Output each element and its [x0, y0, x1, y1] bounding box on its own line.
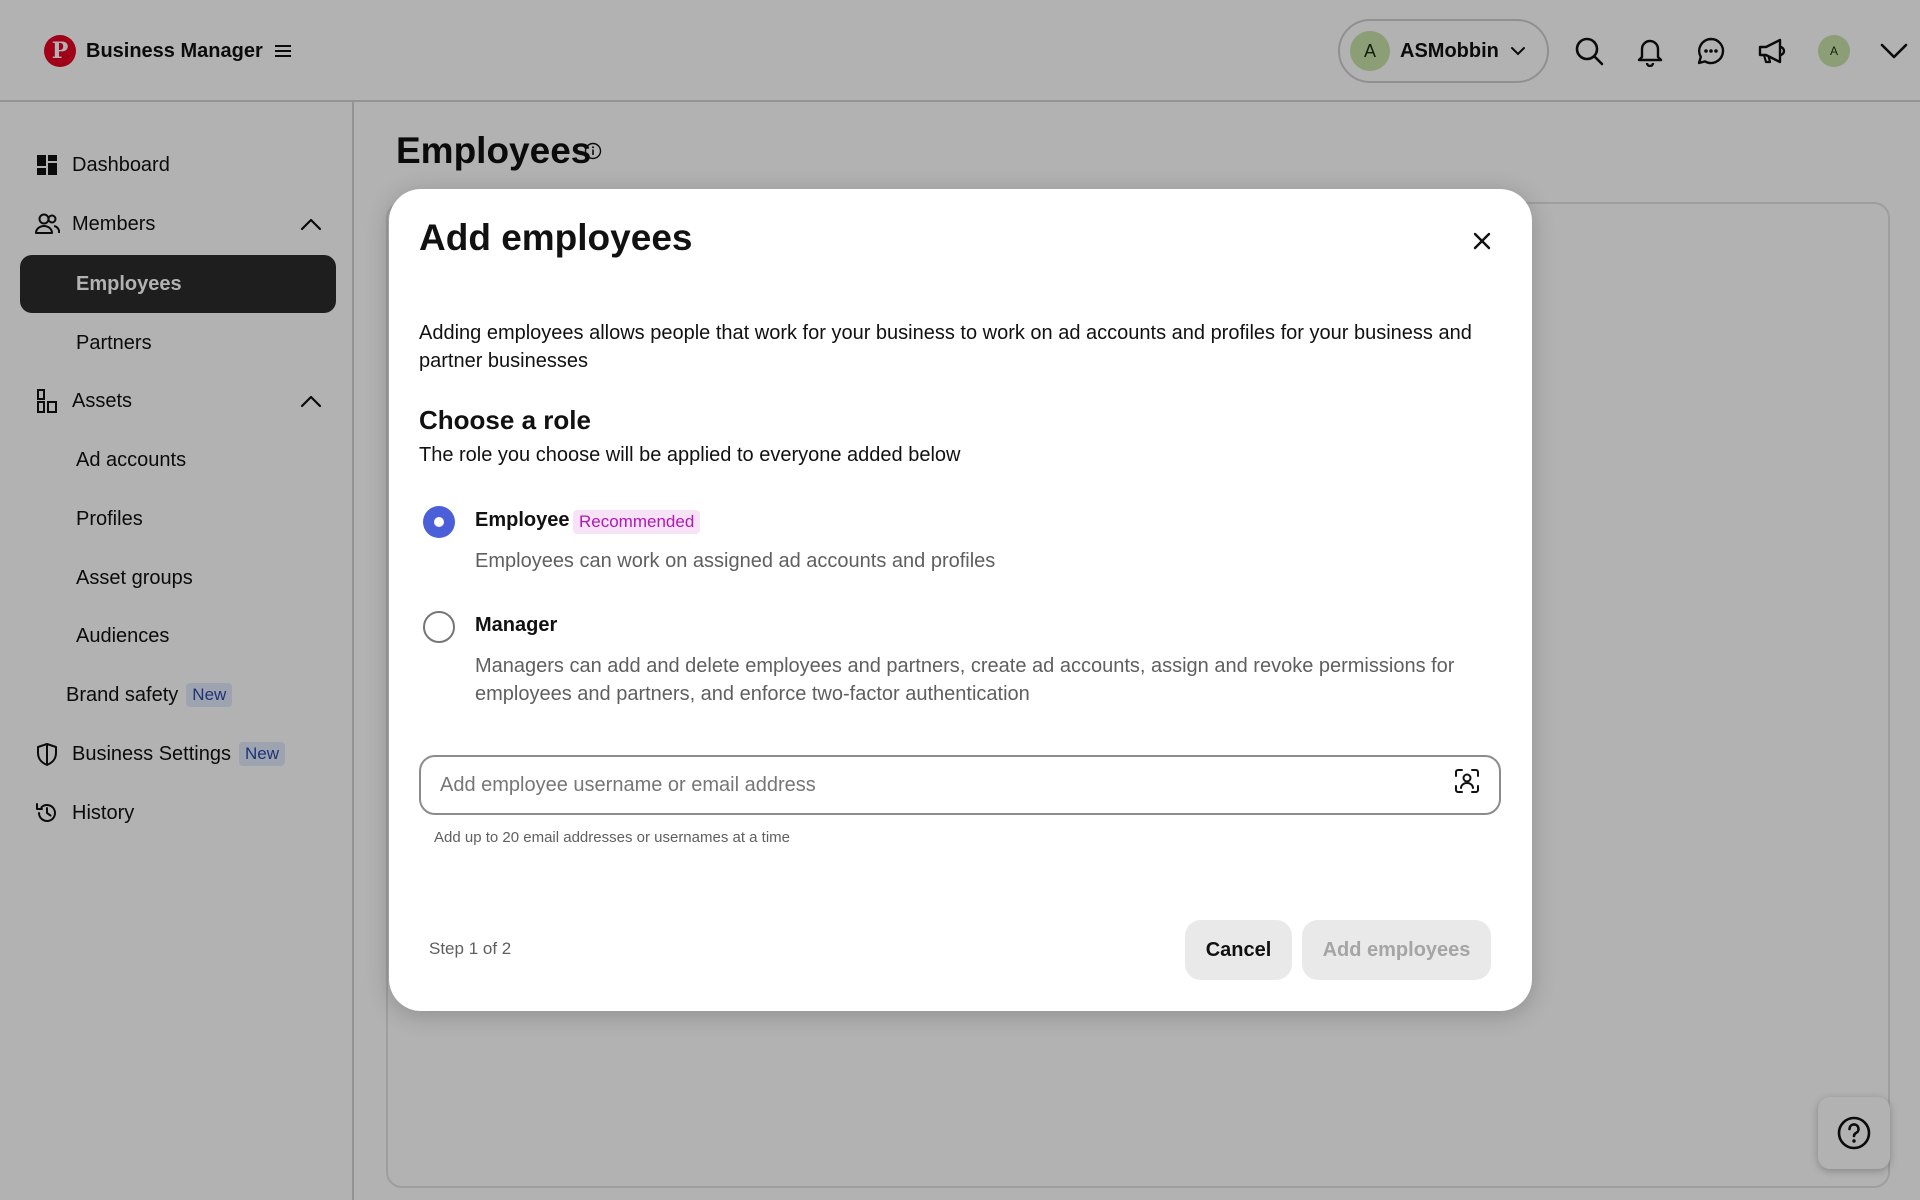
manager-role-title[interactable]: Manager	[475, 614, 557, 637]
role-subheading: The role you choose will be applied to e…	[419, 444, 961, 466]
input-helper-text: Add up to 20 email addresses or username…	[434, 829, 791, 846]
employee-role-title[interactable]: Employee	[475, 509, 569, 532]
scan-contact-icon[interactable]	[1453, 767, 1481, 795]
role-heading: Choose a role	[419, 405, 591, 435]
modal-description: Adding employees allows people that work…	[419, 322, 1472, 372]
employee-role-description: Employees can work on assigned ad accoun…	[475, 550, 996, 572]
add-employees-modal: Add employees Adding employees allows pe…	[389, 189, 1532, 1011]
cancel-button[interactable]: Cancel	[1185, 920, 1292, 980]
add-employees-button[interactable]: Add employees	[1302, 920, 1491, 980]
manager-role-radio[interactable]	[423, 611, 455, 643]
close-icon	[1473, 232, 1491, 250]
close-button[interactable]	[1465, 224, 1499, 258]
modal-title: Add employees	[419, 217, 693, 258]
step-indicator: Step 1 of 2	[429, 939, 512, 958]
recommended-badge: Recommended	[573, 510, 701, 534]
manager-role-description: Managers can add and delete employees an…	[475, 655, 1455, 705]
employee-role-radio[interactable]	[423, 506, 455, 538]
employee-search-input[interactable]	[419, 755, 1501, 815]
